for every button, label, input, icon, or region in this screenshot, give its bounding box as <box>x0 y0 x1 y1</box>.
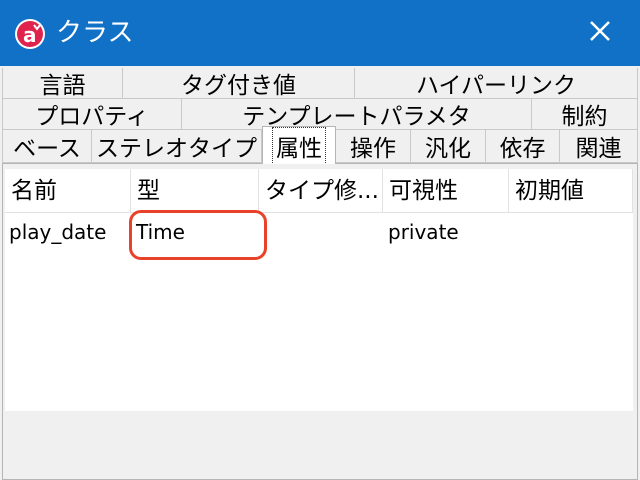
highlight-annotation <box>129 210 267 260</box>
column-header-type[interactable]: 型 <box>131 169 259 213</box>
column-header-visibility[interactable]: 可視性 <box>383 169 509 213</box>
tab-generalization[interactable]: 汎化 <box>411 130 486 163</box>
tab-base[interactable]: ベース <box>2 130 92 163</box>
attribute-panel: 名前 型 タイプ修... 可視性 初期値 play_date Time priv… <box>2 163 638 480</box>
tab-constraint[interactable]: 制約 <box>532 99 638 130</box>
tab-tagged-values[interactable]: タグ付き値 <box>123 68 355 99</box>
tab-language[interactable]: 言語 <box>2 68 123 99</box>
tab-attribute[interactable]: 属性 <box>262 126 336 164</box>
cell-type-modifier[interactable] <box>259 215 383 249</box>
tab-operation[interactable]: 操作 <box>336 130 411 163</box>
tab-stereotype[interactable]: ステレオタイプ <box>92 130 262 163</box>
tab-dependency[interactable]: 依存 <box>486 130 560 163</box>
tab-property[interactable]: プロパティ <box>2 99 182 130</box>
title-bar[interactable]: a クラス <box>0 0 640 66</box>
tab-association[interactable]: 関連 <box>560 130 638 163</box>
tab-hyperlink[interactable]: ハイパーリンク <box>355 68 638 99</box>
column-header-initial-value[interactable]: 初期値 <box>509 169 633 213</box>
cell-visibility[interactable]: private <box>384 215 508 249</box>
column-header-type-modifier[interactable]: タイプ修... <box>259 169 383 213</box>
window-title: クラス <box>56 18 134 48</box>
cell-initial-value[interactable] <box>509 215 633 249</box>
astah-icon: a <box>15 19 45 49</box>
close-icon[interactable] <box>576 12 624 54</box>
cell-name[interactable]: play_date <box>5 215 129 249</box>
column-header-name[interactable]: 名前 <box>5 169 131 213</box>
tab-template-parameter[interactable]: テンプレートパラメタ <box>182 99 532 130</box>
attribute-table[interactable]: 名前 型 タイプ修... 可視性 初期値 play_date Time priv… <box>5 169 633 411</box>
